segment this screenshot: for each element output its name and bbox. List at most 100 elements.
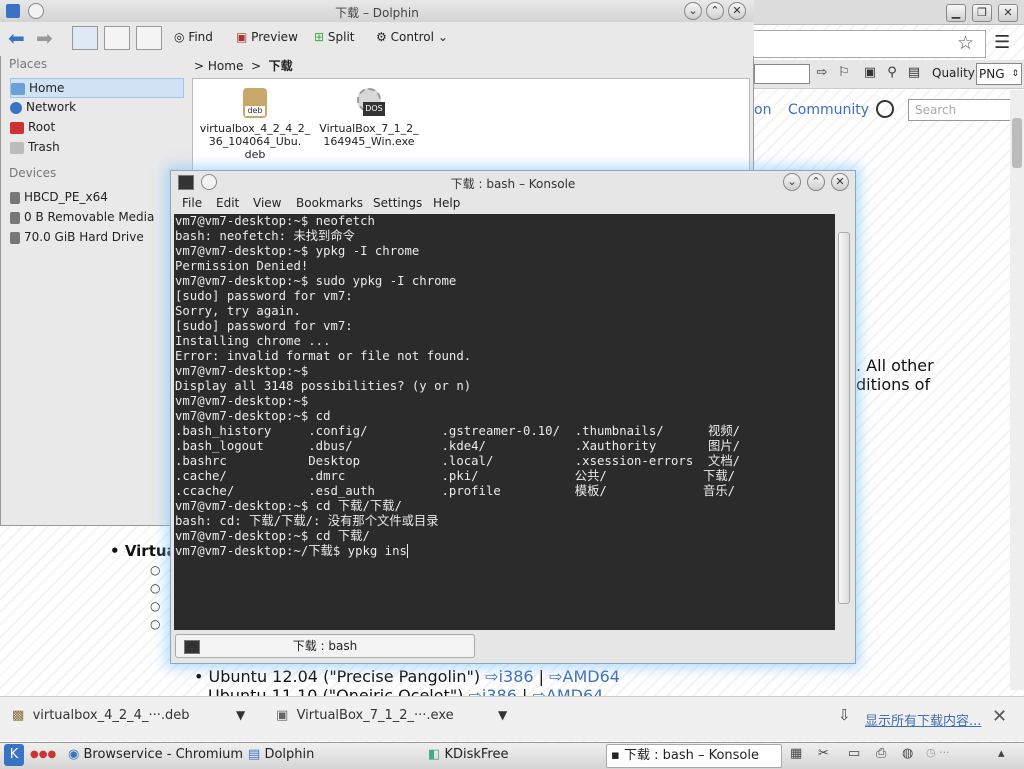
terminal-lines: vm7@vm7-desktop:~$ neofetch bash: neofetc… (175, 214, 740, 559)
terminal-line: vm7@vm7-desktop:~$ ypkg -I chrome (175, 244, 420, 258)
nav-link-community[interactable]: Community (788, 102, 869, 118)
link-amd64[interactable]: AMD64 (563, 667, 620, 686)
details-view-button[interactable] (136, 26, 162, 50)
control-button[interactable]: ⚙ Control ⌄ (376, 30, 448, 44)
find-icon[interactable]: ⚲ (884, 64, 900, 82)
close-download-shelf-icon[interactable]: ✕ (992, 706, 1007, 727)
tab-label: 下载 : bash (292, 639, 358, 653)
go-icon[interactable]: ⇨ (814, 64, 830, 82)
kde-menu-icon[interactable]: K (4, 744, 24, 766)
breadcrumb: > Home > 下载 (194, 57, 293, 74)
bookmark-icon[interactable]: ⚐ (836, 64, 852, 82)
show-all-downloads-link[interactable]: 显示所有下载内容... (865, 710, 981, 729)
place-trash[interactable]: Trash (10, 138, 182, 156)
taskbar-item-dolphin[interactable]: ▤ Dolphin (248, 744, 416, 766)
chevron-down-icon: ⌄ (437, 30, 448, 44)
device-label: HBCD_PE_x64 (24, 190, 108, 204)
split-button[interactable]: ⊞ Split (314, 30, 355, 44)
content-text: . All other (856, 356, 934, 375)
bookmark-star-icon[interactable]: ☆ (957, 32, 974, 54)
close-icon[interactable]: ✕ (998, 4, 1018, 22)
konsole-tab[interactable]: 下载 : bash (175, 634, 475, 658)
address-bar[interactable] (750, 30, 986, 58)
menu-help[interactable]: Help (433, 196, 460, 210)
taskbar-item-chromium[interactable]: ◉ Browservice - Chromium (68, 744, 243, 766)
browser-menu-icon[interactable]: ☰ (994, 32, 1010, 53)
breadcrumb-current[interactable]: 下载 (269, 59, 293, 73)
file-name: deb (244, 148, 266, 161)
terminal-line: .bashrc Desktop .local/ .xsession-errors… (175, 454, 741, 468)
ubuntu-1204-text: Ubuntu 12.04 ("Precise Pangolin") (208, 667, 481, 686)
content-text: ditions of (856, 375, 931, 394)
terminal-output[interactable]: vm7@vm7-desktop:~$ neofetch bash: neofetc… (174, 214, 835, 630)
network-tray-icon[interactable]: ✂ (818, 746, 829, 761)
terminal-line: vm7@vm7-desktop:~$ neofetch (175, 214, 375, 228)
taskbar-item-kdiskfree[interactable]: ◧ KDiskFree (428, 744, 596, 766)
taskbar-item-label: Browservice - Chromium (83, 747, 244, 762)
menu-view[interactable]: View (253, 196, 281, 210)
chevron-down-icon[interactable]: ▼ (498, 708, 507, 722)
dolphin-icon: ▤ (248, 747, 261, 762)
kdiskfree-icon: ◧ (428, 747, 441, 762)
terminal-cursor (406, 544, 416, 558)
menu-edit[interactable]: Edit (216, 196, 239, 210)
activities-icon[interactable]: ●●● (30, 744, 56, 766)
taskbar-item-konsole[interactable]: ▪ 下载 : bash – Konsole (606, 744, 782, 768)
clock-tray-icon[interactable]: ◷ ··· (926, 746, 950, 759)
device-removable[interactable]: 0 B Removable Media (10, 208, 182, 226)
link-i386[interactable]: i386 (499, 667, 534, 686)
menu-bookmarks[interactable]: Bookmarks (296, 196, 363, 210)
device-label: 70.0 GiB Hard Drive (24, 230, 144, 244)
chevron-down-icon[interactable]: ▼ (236, 708, 245, 722)
clipboard-tray-icon[interactable]: ▦ (790, 746, 802, 761)
download-item-label: virtualbox_4_2_4_···.deb (32, 708, 190, 723)
terminal-line: .bash_logout .dbus/ .kde4/ .Xauthority 图… (175, 439, 741, 453)
quality-label: Quality (932, 66, 975, 80)
browser-scrollbar[interactable] (1010, 90, 1024, 690)
quality-select[interactable]: PNG ⇕ (976, 63, 1022, 85)
download-item[interactable]: ▩ virtualbox_4_2_4_···.deb (12, 708, 189, 723)
user-icon[interactable] (876, 100, 894, 118)
exe-gear-icon: DOS (355, 86, 385, 120)
nav-link-partial[interactable]: on (754, 102, 771, 118)
file-item-deb[interactable]: deb virtualbox_4_2_4_2_ 36_104064_Ubu. d… (196, 86, 314, 161)
terminal-line: vm7@vm7-desktop:~/下载$ ypkg ins (175, 544, 740, 559)
file-item-exe[interactable]: DOS VirtualBox_7_1_2_ 164945_Win.exe (310, 86, 428, 148)
sub-bullet-icon: ○ (150, 563, 161, 577)
site-search-input[interactable]: Search (908, 99, 1012, 121)
preview-button[interactable]: ▣ Preview (236, 30, 298, 44)
restore-icon[interactable]: ❐ (972, 4, 992, 22)
link-amd64[interactable]: AMD64 (546, 686, 603, 696)
menu-file[interactable]: File (182, 196, 202, 210)
place-home[interactable]: Home (10, 78, 184, 98)
file-badge: DOS (363, 102, 385, 116)
screen-tray-icon[interactable]: ▭ (848, 746, 860, 761)
device-label: 0 B Removable Media (24, 210, 155, 224)
clipboard-icon[interactable]: ▣ (862, 64, 878, 82)
minimize-icon[interactable]: ▁ (946, 4, 966, 22)
link-i386[interactable]: i386 (482, 686, 517, 696)
device-hbcd[interactable]: HBCD_PE_x64 (10, 188, 182, 206)
terminal-line: Sorry, try again. (175, 304, 301, 318)
find-button[interactable]: ◎ Find (174, 30, 213, 44)
binoculars-icon: ◎ (174, 30, 185, 44)
forward-arrow-icon[interactable]: ➡ (36, 26, 53, 50)
globe-tray-icon[interactable]: ◍ (902, 746, 913, 761)
download-item[interactable]: ▣ VirtualBox_7_1_2_···.exe (276, 708, 454, 723)
terminal-scrollbar-thumb[interactable] (838, 232, 850, 604)
place-network[interactable]: Network (10, 98, 182, 116)
compact-view-button[interactable] (104, 26, 130, 50)
icons-view-button[interactable] (72, 26, 98, 50)
download-arrow-icon: ⇩ (838, 706, 851, 724)
file-badge: deb (245, 106, 265, 116)
device-hard-drive[interactable]: 70.0 GiB Hard Drive (10, 228, 182, 246)
back-arrow-icon[interactable]: ⬅ (8, 26, 25, 50)
browser-scrollbar-thumb[interactable] (1012, 118, 1022, 168)
menu-settings[interactable]: Settings (373, 196, 422, 210)
download-icon[interactable]: ▤ (906, 64, 922, 82)
printer-tray-icon[interactable]: ⎙ (876, 746, 886, 761)
place-root[interactable]: Root (10, 118, 182, 136)
breadcrumb-home[interactable]: Home (208, 59, 243, 73)
browservice-address-field[interactable] (754, 64, 810, 84)
tray-expand-icon[interactable]: ▴ (998, 746, 1005, 761)
